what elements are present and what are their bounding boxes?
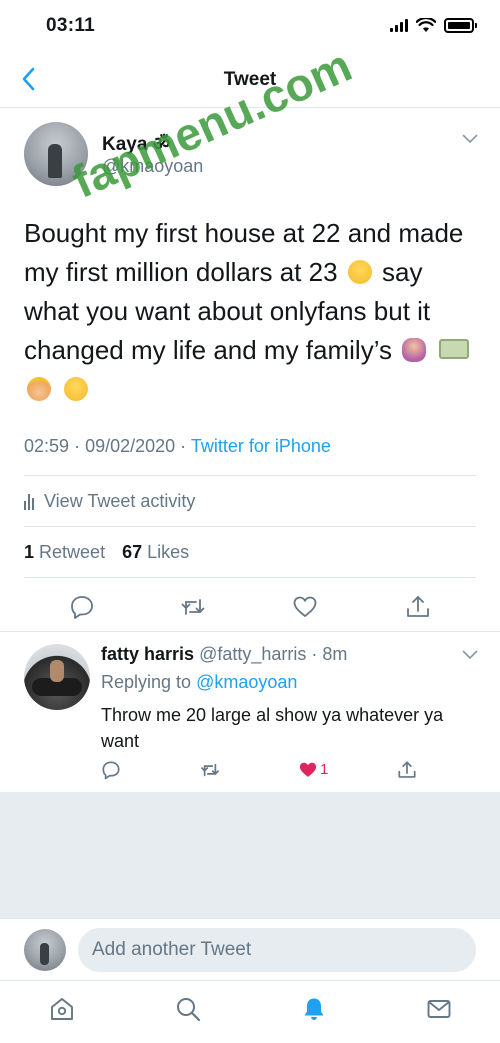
status-bar: 03:11 bbox=[0, 0, 500, 52]
reply-actions: 1 bbox=[0, 760, 500, 788]
reply-icon[interactable] bbox=[69, 594, 95, 620]
replying-to-label: Replying to bbox=[101, 672, 192, 692]
reply-header: fatty harris @fatty_harris · 8m bbox=[101, 644, 348, 664]
notifications-bell-icon[interactable] bbox=[301, 996, 327, 1022]
princess-icon bbox=[27, 377, 51, 401]
avatar[interactable] bbox=[24, 122, 88, 186]
retweet-label: Retweet bbox=[39, 542, 106, 562]
divider bbox=[24, 577, 476, 578]
nav-bar: Tweet bbox=[0, 52, 500, 108]
search-icon[interactable] bbox=[175, 996, 201, 1022]
reply-icon[interactable] bbox=[101, 760, 121, 780]
wifi-icon bbox=[416, 18, 436, 32]
replying-to: Replying to @kmaoyoan bbox=[101, 672, 297, 693]
reply-author-name[interactable]: fatty harris bbox=[101, 644, 194, 664]
add-tweet-input[interactable] bbox=[78, 928, 476, 972]
signal-icon bbox=[390, 19, 408, 32]
empty-area bbox=[0, 792, 500, 918]
share-icon[interactable] bbox=[405, 594, 431, 620]
money-icon bbox=[439, 339, 470, 359]
person-tipping-hand-icon bbox=[402, 338, 427, 362]
retweet-icon[interactable] bbox=[200, 760, 220, 780]
tweet-date: 09/02/2020 bbox=[85, 436, 176, 456]
messages-envelope-icon[interactable] bbox=[426, 996, 452, 1022]
share-icon[interactable] bbox=[397, 760, 417, 780]
tweet-timestamp: 02:59 · 09/02/2020 · Twitter for iPhone bbox=[24, 436, 331, 456]
retweet-icon[interactable] bbox=[180, 594, 206, 620]
heart-icon[interactable] bbox=[292, 594, 318, 620]
reply-composer bbox=[0, 918, 500, 980]
reply-age: 8m bbox=[322, 644, 348, 664]
tweet-source-link[interactable]: Twitter for iPhone bbox=[191, 436, 331, 456]
retweet-count: 1 bbox=[24, 542, 35, 562]
avatar[interactable] bbox=[24, 929, 66, 971]
home-icon[interactable] bbox=[49, 996, 75, 1022]
activity-label: View Tweet activity bbox=[44, 491, 196, 511]
author-name[interactable]: Kaya ॐ bbox=[102, 130, 170, 156]
divider bbox=[24, 475, 476, 476]
tweet-actions bbox=[0, 586, 500, 630]
reply-author-handle[interactable]: @fatty_harris bbox=[199, 644, 306, 664]
reply-tweet[interactable]: fatty harris @fatty_harris · 8m Replying… bbox=[0, 632, 500, 792]
smiling-face-icon bbox=[347, 260, 372, 284]
author-handle[interactable]: @kmaoyoan bbox=[102, 156, 203, 177]
like-label: Likes bbox=[147, 542, 190, 562]
replying-to-link[interactable]: @kmaoyoan bbox=[196, 672, 297, 692]
reply-like-count: 1 bbox=[320, 761, 329, 778]
likes-stat[interactable]: 67 Likes bbox=[122, 542, 189, 562]
smiling-face-icon bbox=[64, 377, 89, 401]
tweet-text: Bought my first house at 22 and made my … bbox=[24, 214, 484, 409]
bar-chart-icon bbox=[24, 493, 34, 510]
tab-bar bbox=[0, 980, 500, 1043]
tweet-time: 02:59 bbox=[24, 436, 70, 456]
chevron-down-icon[interactable] bbox=[462, 650, 478, 660]
avatar[interactable] bbox=[24, 644, 90, 710]
view-tweet-activity-button[interactable]: View Tweet activity bbox=[24, 491, 195, 512]
retweets-stat[interactable]: 1 Retweet bbox=[24, 542, 110, 562]
heart-filled-icon[interactable] bbox=[298, 760, 318, 780]
chevron-down-icon[interactable] bbox=[462, 134, 478, 144]
page-title: Tweet bbox=[223, 69, 277, 90]
tweet-stats: 1 Retweet 67 Likes bbox=[24, 542, 201, 563]
reply-text: Throw me 20 large al show ya whatever ya… bbox=[101, 705, 444, 751]
like-count: 67 bbox=[122, 542, 143, 562]
status-icons bbox=[390, 18, 477, 33]
divider bbox=[24, 526, 476, 527]
battery-icon bbox=[444, 18, 477, 33]
status-time: 03:11 bbox=[46, 15, 96, 36]
